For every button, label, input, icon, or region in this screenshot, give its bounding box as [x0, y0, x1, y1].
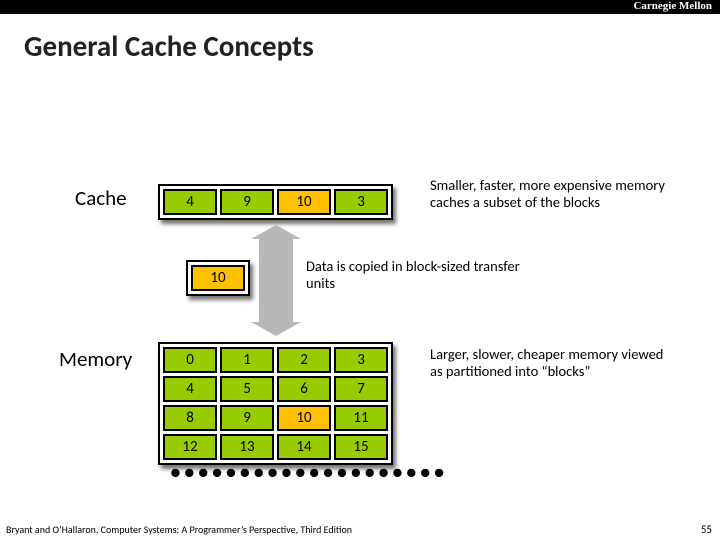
transfer-cell: 10: [191, 265, 245, 291]
memory-cell: 6: [277, 376, 331, 402]
transfer-arrow-icon: [259, 239, 293, 322]
memory-cell: 0: [163, 347, 217, 373]
memory-label: Memory: [59, 346, 132, 372]
memory-cell: 13: [220, 434, 274, 460]
memory-cell: 11: [334, 405, 388, 431]
memory-cell: 14: [277, 434, 331, 460]
memory-cell: 2: [277, 347, 331, 373]
cache-note: Smaller, faster, more expensive memory c…: [430, 177, 665, 212]
diagram-area: Cache 4 9 10 3 Smaller, faster, more exp…: [0, 0, 720, 540]
memory-cell: 7: [334, 376, 388, 402]
memory-cell: 9: [220, 405, 274, 431]
transfer-block: 10: [186, 260, 250, 296]
footer-text: Bryant and O’Hallaron, Computer Systems:…: [6, 523, 352, 536]
memory-cell: 4: [163, 376, 217, 402]
cache-cell-0: 4: [163, 189, 217, 215]
memory-row: 8 9 10 11: [163, 405, 388, 431]
memory-row: 12 13 14 15: [163, 434, 388, 460]
cache-cell-3: 3: [334, 189, 388, 215]
cache-cell-2: 10: [277, 189, 331, 215]
memory-cell: 15: [334, 434, 388, 460]
memory-grid: 0 1 2 3 4 5 6 7 8 9 10 11 12 13 14 15: [158, 342, 393, 465]
memory-cell: 8: [163, 405, 217, 431]
ellipsis-dots: ●●●●●●●●●●●●●●●●●●●●: [170, 461, 447, 483]
memory-cell: 5: [220, 376, 274, 402]
memory-note: Larger, slower, cheaper memory viewed as…: [430, 346, 665, 381]
cache-label: Cache: [75, 185, 127, 211]
cache-cell-1: 9: [220, 189, 274, 215]
transfer-note: Data is copied in block-sized transfer u…: [306, 258, 521, 293]
memory-cell: 1: [220, 347, 274, 373]
memory-row: 4 5 6 7: [163, 376, 388, 402]
memory-cell-highlight: 10: [277, 405, 331, 431]
cache-row: 4 9 10 3: [158, 184, 393, 220]
page-number: 55: [701, 523, 712, 536]
memory-row: 0 1 2 3: [163, 347, 388, 373]
memory-cell: 3: [334, 347, 388, 373]
memory-cell: 12: [163, 434, 217, 460]
